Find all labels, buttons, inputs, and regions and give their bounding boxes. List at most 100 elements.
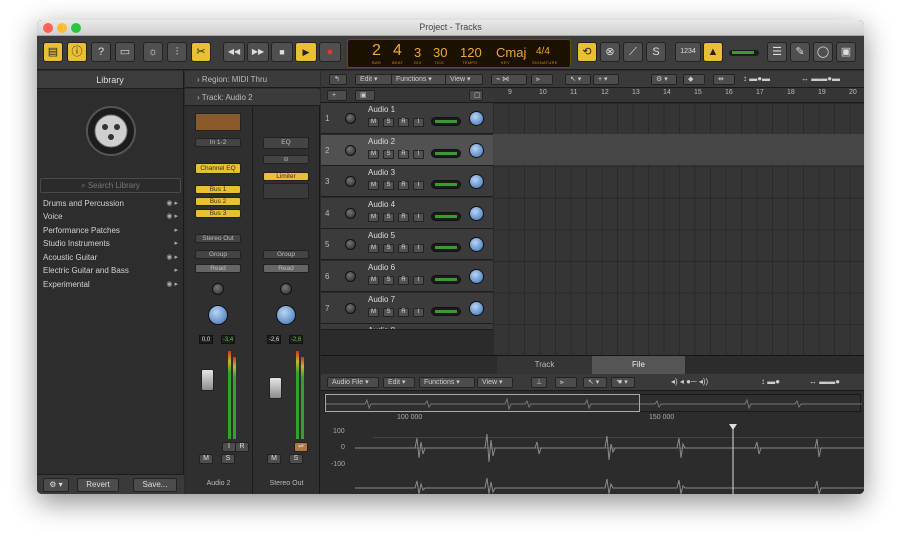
send-slot-bus1[interactable]: Bus 1 [195, 185, 241, 194]
track-i-button[interactable]: I [413, 276, 424, 285]
track-name[interactable]: Audio 5 [368, 231, 395, 240]
tab-track[interactable]: Track [497, 356, 592, 374]
info-button[interactable]: ⓘ [67, 42, 87, 62]
stop-button[interactable]: ■ [271, 42, 293, 62]
track-volume-knob[interactable] [469, 111, 484, 126]
track-r-button[interactable]: R [398, 276, 409, 285]
track-s-button[interactable]: S [383, 307, 394, 317]
peak-value[interactable]: -2,6 [289, 335, 303, 344]
add-track-button[interactable]: + [327, 90, 347, 101]
mute-button[interactable]: M [267, 454, 281, 464]
volume-value[interactable]: 0,0 [199, 335, 213, 344]
track-options-icon[interactable]: ▢ [469, 90, 483, 101]
track-i-button[interactable]: I [413, 149, 424, 159]
vertical-zoom-slider[interactable]: ↕ ▬● [761, 377, 807, 388]
hand-tool-icon[interactable]: ☚ ▾ [611, 377, 635, 388]
track-volume-slider[interactable] [431, 180, 461, 190]
track-volume-slider[interactable] [431, 306, 461, 316]
speaker-volume-slider[interactable]: ◂) ◂ ●─ ◂)) [671, 377, 761, 388]
track-s-button[interactable]: S [383, 276, 394, 285]
group-slot[interactable]: Group [195, 250, 241, 259]
loop-browser-button[interactable]: ◯ [813, 42, 833, 62]
fit-icon[interactable]: ⇹ [713, 74, 735, 85]
track-volume-knob[interactable] [469, 300, 484, 316]
track-m-button[interactable]: M [368, 276, 379, 285]
library-item[interactable]: Performance Patches ▸ [43, 226, 178, 235]
track-m-button[interactable]: M [368, 244, 379, 254]
track-volume-slider[interactable] [431, 211, 461, 221]
send-slot-bus3[interactable]: Bus 3 [195, 209, 241, 218]
track-i-button[interactable]: I [413, 307, 424, 317]
track-header[interactable]: 6 Audio 6 MSRI [321, 261, 493, 292]
split-icon[interactable]: ⊥ [531, 377, 547, 388]
track-name[interactable]: Audio 7 [368, 295, 395, 304]
browser-button[interactable]: ▣ [836, 42, 856, 62]
limiter-slot[interactable]: Limiter [263, 172, 309, 181]
library-item[interactable]: Studio Instruments ▸ [43, 239, 178, 248]
record-button[interactable]: ● [319, 42, 341, 62]
back-arrow-icon[interactable]: ↰ [329, 74, 347, 85]
horizontal-zoom-slider[interactable]: ↔ ▬▬●▬ [801, 74, 859, 85]
track-r-button[interactable]: R [398, 307, 409, 317]
track-s-button[interactable]: S [383, 118, 394, 127]
pan-knob[interactable] [345, 176, 356, 188]
track-name[interactable]: Audio 1 [368, 105, 395, 114]
pan-knob[interactable] [345, 302, 356, 314]
rewind-button[interactable]: ◀◀ [223, 42, 245, 62]
flex-icon[interactable]: ⫸ [555, 377, 577, 388]
automation-slot[interactable]: Read [263, 264, 309, 273]
record-enable-button[interactable]: R [235, 442, 249, 452]
track-i-button[interactable]: I [413, 118, 424, 127]
track-m-button[interactable]: M [368, 307, 379, 317]
track-volume-knob[interactable] [469, 205, 484, 221]
track-volume-knob[interactable] [469, 237, 484, 253]
volume-fader[interactable] [201, 369, 214, 391]
track-r-button[interactable]: R [398, 118, 409, 127]
bounce-icon[interactable]: ⇌ [294, 442, 308, 452]
automation-slot[interactable]: Read [195, 264, 241, 273]
catch-tools-icon[interactable]: ⌁ ⋈ [491, 74, 527, 85]
volume-value[interactable]: -2,6 [267, 335, 281, 344]
track-volume-slider[interactable] [431, 243, 461, 253]
global-tracks-icon[interactable]: ▣ [355, 90, 375, 101]
editor-functions-menu[interactable]: Functions ▾ [419, 377, 475, 388]
count-in-button[interactable]: 1234 [675, 42, 701, 62]
editors-button[interactable]: ✂ [191, 42, 211, 62]
send-knob[interactable] [208, 305, 228, 325]
track-name[interactable]: Audio 2 [368, 137, 395, 146]
pan-knob[interactable] [280, 283, 292, 295]
volume-knob[interactable] [276, 305, 296, 325]
smart-controls-button[interactable]: ☼ [143, 42, 163, 62]
pan-knob[interactable] [345, 271, 356, 282]
track-volume-knob[interactable] [469, 269, 484, 284]
track-header[interactable]: 5 Audio 5 MSRI [321, 229, 493, 261]
track-m-button[interactable]: M [368, 118, 379, 127]
track-header[interactable]: 1 Audio 1 MSRI [321, 103, 493, 134]
track-s-button[interactable]: S [383, 244, 394, 254]
track-volume-knob[interactable] [469, 142, 484, 158]
mute-button[interactable]: M [199, 454, 213, 464]
track-header[interactable]: 4 Audio 4 MSRI [321, 197, 493, 229]
metronome-button[interactable]: ▲ [703, 42, 723, 62]
gear-icon[interactable]: ⚙ ▾ [651, 74, 677, 85]
track-name[interactable]: Audio 8 [368, 326, 395, 329]
solo-button[interactable]: S [289, 454, 303, 464]
output-slot[interactable]: Stereo Out [195, 234, 241, 243]
library-item[interactable]: Experimental ◉ ▸ [43, 280, 178, 289]
vertical-zoom-slider[interactable]: ↕ ▬●▬ [743, 74, 793, 85]
tuner-button[interactable]: ⟋ [623, 42, 643, 62]
input-monitor-button[interactable]: I [222, 442, 236, 452]
channel-eq-slot[interactable]: Channel EQ [195, 163, 241, 174]
track-s-button[interactable]: S [383, 212, 394, 222]
forward-button[interactable]: ▶▶ [247, 42, 269, 62]
waveform-display[interactable]: 100 000 150 000 100 0 -100 [321, 414, 864, 494]
solo-button[interactable]: S [221, 454, 235, 464]
mixer-button[interactable]: ⫶ [167, 42, 187, 62]
track-volume-knob[interactable] [469, 174, 484, 190]
editor-edit-menu[interactable]: Edit ▾ [383, 377, 415, 388]
send-slot-bus2[interactable]: Bus 2 [195, 197, 241, 206]
revert-button[interactable]: Revert [77, 478, 119, 492]
replace-button[interactable]: ⊗ [600, 42, 620, 62]
track-header[interactable]: 7 Audio 7 MSRI [321, 292, 493, 324]
pan-knob[interactable] [345, 239, 356, 251]
